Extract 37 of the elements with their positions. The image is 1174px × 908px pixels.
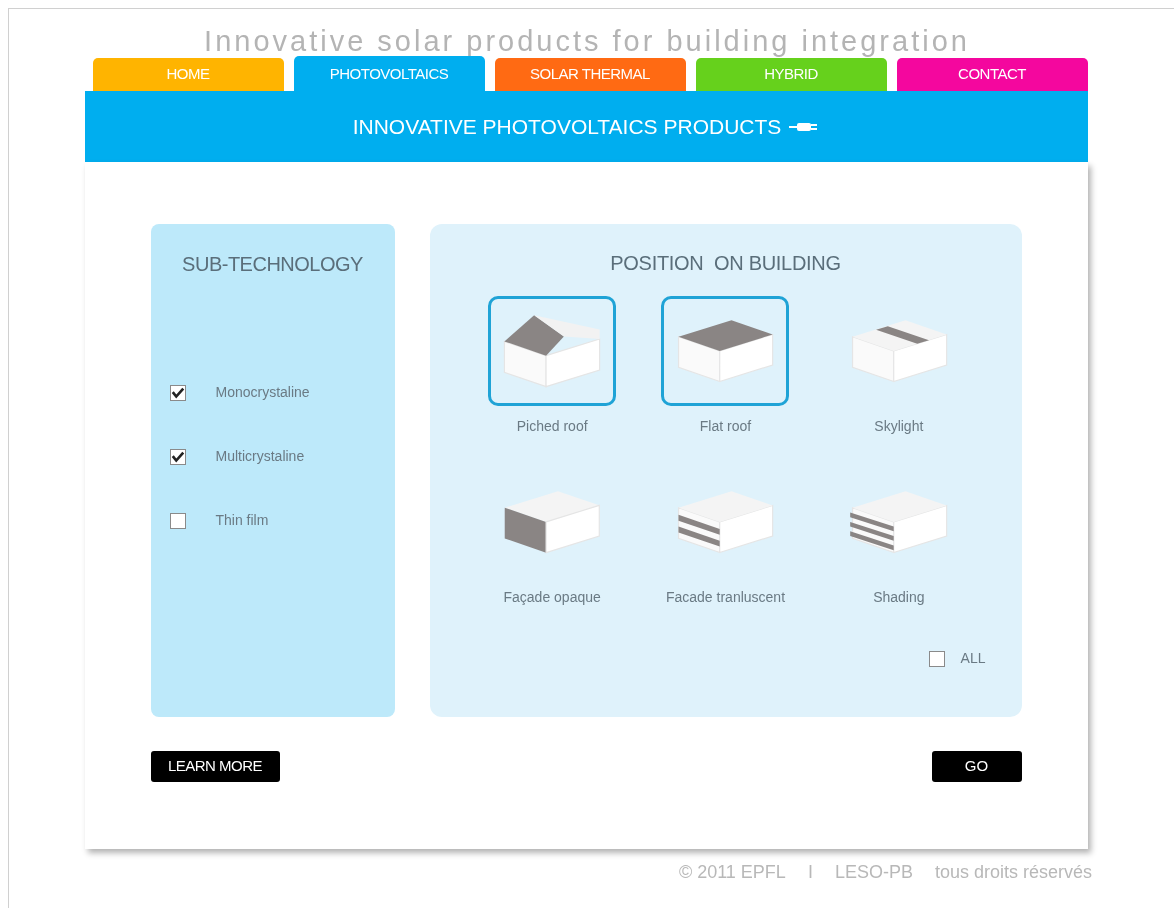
option-label: Facade tranluscent — [665, 588, 786, 607]
footer-text: I — [807, 861, 813, 884]
option-label: Thin film — [215, 511, 269, 530]
shading-louvres-building-icon — [848, 489, 949, 555]
option-label: Shading — [873, 588, 925, 607]
option-label: Piched roof — [516, 417, 588, 436]
option-label: Skylight — [874, 417, 924, 436]
striped-facade-building-icon — [675, 489, 776, 555]
go-button[interactable]: GO — [931, 751, 1022, 782]
option-label: Multicrystaline — [215, 447, 305, 466]
learn-more-button[interactable]: LEARN MORE — [150, 751, 280, 782]
flat-roof-building-icon — [675, 318, 776, 384]
checkbox[interactable] — [169, 512, 186, 529]
option-label: ALL — [960, 649, 986, 668]
option-label: Monocrystaline — [215, 383, 310, 402]
building-option[interactable] — [488, 296, 617, 406]
footer-text: tous droits réservés — [934, 861, 1092, 884]
plug-icon — [789, 120, 820, 133]
option-label: Façade opaque — [503, 588, 601, 607]
nav-tab[interactable]: SOLAR THERMAL — [494, 58, 686, 91]
option-label: Flat roof — [699, 417, 752, 436]
checkbox[interactable] — [169, 448, 186, 465]
nav-tab[interactable]: HOME — [92, 58, 284, 91]
footer-text: © 2011 EPFL — [678, 861, 786, 884]
nav-tab[interactable]: CONTACT — [896, 58, 1088, 91]
panel-title: SUB-TECHNOLOGY — [181, 252, 364, 277]
pitched-roof-building-icon — [502, 313, 603, 389]
nav-tab[interactable]: HYBRID — [695, 58, 887, 91]
checkbox[interactable] — [928, 650, 945, 667]
site-title: Innovative solar products for building integration — [204, 24, 970, 56]
building-option[interactable] — [661, 296, 790, 406]
banner-title: INNOVATIVE PHOTOVOLTAICS PRODUCTS — [352, 113, 782, 140]
nav-tab[interactable]: PHOTOVOLTAICS — [293, 56, 485, 91]
checkbox[interactable] — [169, 384, 186, 401]
opaque-facade-building-icon — [502, 489, 603, 555]
footer-text: LESO-PB — [834, 861, 913, 884]
panel-title: POSITION ON BUILDING — [609, 251, 842, 276]
